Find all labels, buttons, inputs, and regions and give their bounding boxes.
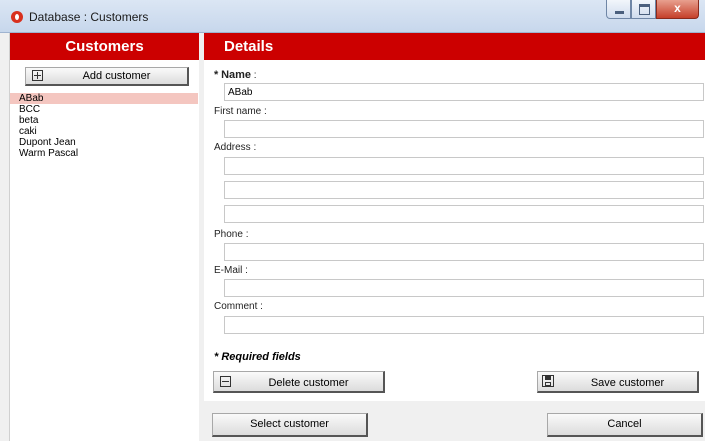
dialog-body: Customers Add customer ABab BCC beta caki Du…	[0, 33, 705, 441]
plus-box-icon	[32, 70, 43, 81]
save-customer-label: Save customer	[590, 377, 665, 389]
customer-list-item[interactable]: ABab	[10, 93, 198, 104]
phone-label: Phone :	[214, 229, 249, 240]
customers-header: Customers	[10, 33, 199, 60]
first-name-label: First name :	[214, 106, 267, 117]
customer-list-item[interactable]: caki	[10, 126, 198, 137]
details-panel: Details * Name : First name : Address : …	[204, 33, 705, 401]
window-controls: x	[606, 0, 699, 19]
select-customer-button[interactable]: Select customer	[212, 413, 368, 437]
phone-field[interactable]	[224, 243, 704, 261]
close-icon[interactable]: x	[656, 0, 699, 19]
add-customer-button[interactable]: Add customer	[25, 67, 189, 86]
minus-box-icon	[220, 376, 231, 387]
name-field[interactable]	[224, 83, 704, 101]
app-logo-icon	[11, 11, 23, 23]
delete-customer-button[interactable]: Delete customer	[213, 371, 385, 393]
customer-list: ABab BCC beta caki Dupont Jean Warm Pascal	[10, 93, 198, 159]
name-label: * Name :	[214, 69, 257, 81]
minimize-icon[interactable]	[606, 0, 631, 19]
title-bar: Database : Customers x	[0, 0, 705, 33]
email-field[interactable]	[224, 279, 704, 297]
required-fields-note: * Required fields	[214, 351, 301, 363]
details-header: Details	[204, 33, 705, 60]
customer-list-item[interactable]: Warm Pascal	[10, 148, 198, 159]
maximize-icon[interactable]	[631, 0, 656, 19]
customer-list-item[interactable]: beta	[10, 115, 198, 126]
address-label: Address :	[214, 142, 257, 153]
save-customer-button[interactable]: Save customer	[537, 371, 699, 393]
first-name-field[interactable]	[224, 120, 704, 138]
comment-label: Comment :	[214, 301, 263, 312]
customers-panel: Customers Add customer ABab BCC beta caki Du…	[9, 33, 199, 441]
delete-customer-label: Delete customer	[268, 377, 349, 389]
window-title: Database : Customers	[29, 10, 149, 24]
email-label: E-Mail :	[214, 265, 248, 276]
address-line-1-field[interactable]	[224, 157, 704, 175]
floppy-disk-icon	[542, 375, 554, 387]
add-customer-label: Add customer	[82, 70, 151, 82]
cancel-button[interactable]: Cancel	[547, 413, 703, 437]
comment-field[interactable]	[224, 316, 704, 334]
customer-list-item[interactable]: Dupont Jean	[10, 137, 198, 148]
address-line-2-field[interactable]	[224, 181, 704, 199]
customer-list-item[interactable]: BCC	[10, 104, 198, 115]
address-line-3-field[interactable]	[224, 205, 704, 223]
